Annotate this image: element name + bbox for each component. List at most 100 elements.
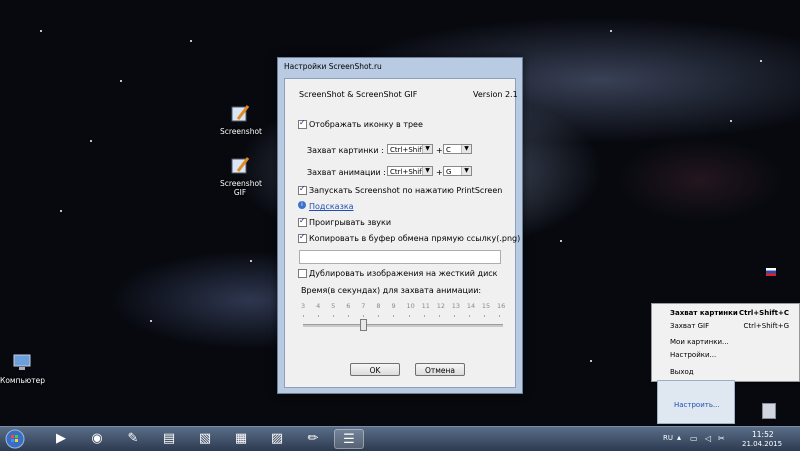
settings-dialog: Настройки ScreenShot.ru ScreenShot & Scr… [277, 57, 523, 394]
slider-tick-mark [333, 315, 335, 317]
menu-item-my-pictures[interactable]: Мои картинки... [670, 338, 729, 346]
dialog-client-area: ScreenShot & ScreenShot GIF Version 2.1 … [284, 78, 520, 388]
tray-expand-icon[interactable]: ▴ [677, 433, 681, 442]
slider-tick-mark [453, 315, 455, 317]
calculator-icon[interactable]: ▦ [226, 429, 256, 449]
capture-animation-modifier-select[interactable]: Ctrl+Shift ▼ [387, 166, 433, 176]
recycle-bin-icon[interactable] [762, 403, 776, 419]
clock-date[interactable]: 21.04.2015 [742, 440, 782, 448]
clock-time[interactable]: 11:52 [752, 430, 774, 439]
select-value: G [446, 168, 452, 176]
printscreen-checkbox[interactable] [298, 184, 307, 195]
customize-link[interactable]: Настроить... [674, 401, 720, 409]
hint-link[interactable]: Подсказка [309, 202, 354, 211]
desktop-icon-label: Screenshot GIF [220, 179, 262, 197]
dialog-titlebar[interactable]: Настройки ScreenShot.ru [278, 58, 522, 76]
capture-picture-modifier-select[interactable]: Ctrl+Shift ▼ [387, 144, 433, 154]
slider-tick-label: 3 [301, 302, 306, 310]
volume-icon[interactable]: ◁ [705, 434, 711, 443]
play-sounds-checkbox[interactable] [298, 216, 307, 227]
menu-shortcut: Ctrl+Shift+C [738, 309, 789, 317]
info-icon: i [298, 201, 306, 209]
star [190, 40, 192, 42]
animation-time-slider-track[interactable] [303, 324, 503, 327]
slider-tick-label: 5 [331, 302, 336, 310]
archive-icon[interactable]: ▤ [154, 429, 184, 449]
slider-tick-mark [348, 315, 350, 317]
duplicate-checkbox[interactable] [298, 269, 307, 278]
star [730, 120, 732, 122]
capture-animation-key-select[interactable]: G ▼ [443, 166, 472, 176]
taskbar: ▶ ◉ ✎ ▤ ▧ ▦ ▨ ✏ ☰ RU ▴ ▭ ◁ ✂ 11:52 21.04… [0, 426, 800, 451]
star [90, 140, 92, 142]
desktop-icon-label: Компьютер [0, 376, 45, 385]
link-field[interactable] [299, 250, 501, 264]
chevron-down-icon: ▼ [461, 145, 471, 153]
copy-link-checkbox[interactable] [298, 232, 307, 243]
star [610, 30, 612, 32]
slider-tick-label: 13 [451, 302, 461, 310]
slider-tick-mark [318, 315, 320, 317]
slider-tick-label: 8 [376, 302, 381, 310]
slider-tick-label: 14 [466, 302, 476, 310]
screenshot-tray-icon[interactable]: ✂ [718, 434, 725, 443]
computer-icon [11, 352, 33, 374]
time-label: Время(в секундах) для захвата анимации: [301, 286, 482, 295]
star [560, 240, 562, 242]
desktop-icon-screenshot-gif[interactable]: Screenshot GIF [220, 155, 262, 197]
slider-tick-mark [303, 315, 304, 317]
menu-item-capture-gif[interactable]: Захват GIF [670, 322, 709, 330]
copy-link-label: Копировать в буфер обмена прямую ссылку(… [309, 234, 521, 243]
screenshot-app-icon [229, 103, 251, 125]
capture-picture-key-select[interactable]: C ▼ [443, 144, 472, 154]
start-orb-icon[interactable] [2, 429, 28, 449]
plus-label: + [436, 146, 443, 155]
browser-icon[interactable]: ◉ [82, 429, 112, 449]
chevron-down-icon: ▼ [422, 145, 432, 153]
star [250, 260, 252, 262]
menu-item-exit[interactable]: Выход [670, 368, 694, 376]
menu-shortcut: Ctrl+Shift+G [743, 322, 789, 330]
list-icon[interactable]: ☰ [334, 429, 364, 449]
slider-tick-mark [393, 315, 395, 317]
notes-icon[interactable]: ▧ [190, 429, 220, 449]
capture-animation-label: Захват анимации : [307, 168, 386, 177]
slider-tick-label: 6 [346, 302, 351, 310]
star [120, 80, 122, 82]
pencil-icon[interactable]: ✏ [298, 429, 328, 449]
star [150, 320, 152, 322]
select-value: Ctrl+Shift [390, 168, 425, 176]
slider-tick-label: 11 [421, 302, 430, 310]
menu-item-settings[interactable]: Настройки... [670, 351, 716, 359]
menu-item-capture-picture[interactable]: Захват картинки [670, 309, 738, 317]
dialog-title: Настройки ScreenShot.ru [284, 62, 382, 71]
network-icon[interactable]: ▭ [690, 434, 698, 443]
slider-tick-mark [499, 315, 500, 317]
ok-button[interactable]: OK [350, 363, 400, 376]
select-value: Ctrl+Shift [390, 146, 425, 154]
slider-tick-label: 7 [361, 302, 366, 310]
select-value: C [446, 146, 451, 154]
show-tray-icon-checkbox[interactable] [298, 118, 307, 129]
media-player-icon[interactable]: ▶ [46, 429, 76, 449]
show-tray-icon-label: Отображать иконку в трее [309, 120, 423, 129]
slider-tick-mark [438, 315, 440, 317]
star [40, 30, 42, 32]
version-label: Version 2.1 [473, 90, 518, 99]
star [590, 360, 592, 362]
paint-icon[interactable]: ▨ [262, 429, 292, 449]
tool-icon[interactable]: ✎ [118, 429, 148, 449]
slider-tick-mark [408, 315, 410, 317]
plus-label: + [436, 168, 443, 177]
duplicate-label: Дублировать изображения на жесткий диск [309, 269, 498, 278]
screenshot-gif-app-icon [229, 155, 251, 177]
desktop-icon-computer[interactable]: Компьютер [0, 352, 45, 385]
tray-overflow-flyout: Настроить... [657, 380, 735, 424]
animation-time-slider-thumb[interactable] [360, 319, 368, 331]
cancel-button[interactable]: Отмена [415, 363, 465, 376]
star [760, 60, 762, 62]
desktop-icon-screenshot[interactable]: Screenshot [220, 103, 262, 136]
language-indicator[interactable]: RU [663, 434, 673, 442]
desktop-icon-label: Screenshot [220, 127, 262, 136]
play-sounds-label: Проигрывать звуки [309, 218, 392, 227]
